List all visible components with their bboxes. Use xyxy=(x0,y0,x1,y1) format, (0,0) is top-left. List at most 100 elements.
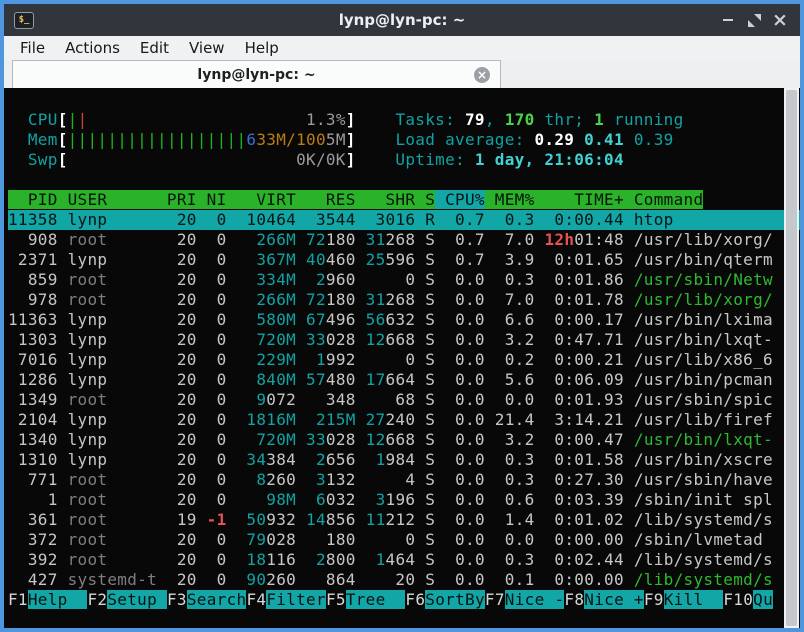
process-row[interactable]: 771 root 20 0 8260 3132 4 S 0.0 0.3 0:27… xyxy=(8,470,800,490)
fkey-f7[interactable]: F7Nice - xyxy=(485,590,564,609)
text-segment: | xyxy=(68,110,78,129)
cell-mem: 7.0 xyxy=(485,230,535,249)
column-header-virt[interactable]: VIRT xyxy=(227,190,297,209)
cell-user: lynp xyxy=(58,410,157,429)
menu-item-view[interactable]: View xyxy=(179,36,235,60)
cell-pri: 20 xyxy=(157,430,197,449)
fkey-f2[interactable]: F2Setup xyxy=(87,590,166,609)
process-row[interactable]: 372 root 20 0 79028 180 0 S 0.0 0.0 0:00… xyxy=(8,530,800,550)
column-header-pri[interactable]: PRI xyxy=(157,190,197,209)
cell-pid: 372 xyxy=(8,530,58,549)
process-row[interactable]: 361 root 19 -1 50932 14856 11212 S 0.0 1… xyxy=(8,510,800,530)
close-button[interactable]: × xyxy=(770,10,790,30)
scrollbar-thumb[interactable] xyxy=(786,90,797,626)
title-bar[interactable]: $_ lynp@lyn-pc: ~ × xyxy=(4,4,800,36)
process-row[interactable]: 859 root 20 0 334M 2960 0 S 0.0 0.3 0:01… xyxy=(8,270,800,290)
process-row[interactable]: 7016 lynp 20 0 229M 1992 0 S 0.0 0.2 0:0… xyxy=(8,350,800,370)
cell: 464 xyxy=(386,550,416,569)
cell-user: lynp xyxy=(58,350,157,369)
cell-time: 0:01.93 xyxy=(535,390,624,409)
cell: 33 xyxy=(296,430,326,449)
column-header-user[interactable]: USER xyxy=(58,190,157,209)
fkey-f9[interactable]: F9Kill xyxy=(644,590,723,609)
process-row[interactable]: 1303 lynp 20 0 720M 33028 12668 S 0.0 3.… xyxy=(8,330,800,350)
cell: 028 xyxy=(266,530,296,549)
column-header-s[interactable]: S xyxy=(415,190,435,209)
process-row[interactable]: 392 root 20 0 18116 2800 1464 S 0.0 0.3 … xyxy=(8,550,800,570)
column-header-cpu[interactable]: CPU% xyxy=(435,190,485,209)
fkey-f5[interactable]: F5Tree xyxy=(326,590,405,609)
cell-user: root xyxy=(58,510,157,529)
cell-mem: 0.3 xyxy=(485,470,535,489)
tab-terminal[interactable]: lynp@lyn-pc: ~ × xyxy=(12,60,501,88)
column-header-command[interactable]: Command xyxy=(624,190,703,209)
process-row[interactable]: 427 systemd-t 20 0 90260 864 20 S 0.0 0.… xyxy=(8,570,800,590)
cell-pid: 1303 xyxy=(8,330,58,349)
cell: 14 xyxy=(296,510,326,529)
restore-icon xyxy=(748,14,761,27)
cell: 266M xyxy=(227,290,297,309)
fkey-f4[interactable]: F4Filter xyxy=(246,590,325,609)
process-row[interactable]: 11358 lynp 20 0 10464 3544 3016 R 0.7 0.… xyxy=(8,210,800,230)
cell-pri: 20 xyxy=(157,350,197,369)
column-header-ni[interactable]: NI xyxy=(197,190,227,209)
text-segment: thr; xyxy=(535,110,595,129)
process-row[interactable]: 2371 lynp 20 0 367M 40460 25596 S 0.7 3.… xyxy=(8,250,800,270)
fkey-f8[interactable]: F8Nice + xyxy=(564,590,643,609)
blank-line xyxy=(8,90,800,110)
cell-state: S xyxy=(415,250,435,269)
fkey-f6[interactable]: F6SortBy xyxy=(405,590,484,609)
column-header-res[interactable]: RES xyxy=(296,190,356,209)
fkey-number: F2 xyxy=(87,590,107,609)
fkey-f10[interactable]: F10Qu xyxy=(723,590,773,609)
column-header-shr[interactable]: SHR xyxy=(356,190,416,209)
cell-pri: 20 xyxy=(157,410,197,429)
cell-ni: 0 xyxy=(197,570,227,589)
tab-close-icon[interactable]: × xyxy=(474,67,490,83)
cell: 334M xyxy=(227,270,297,289)
process-row[interactable]: 1310 lynp 20 0 34384 2656 1984 S 0.0 0.3… xyxy=(8,450,800,470)
menu-item-help[interactable]: Help xyxy=(235,36,289,60)
cell-pid: 11358 xyxy=(8,210,58,229)
menu-item-file[interactable]: File xyxy=(10,36,55,60)
process-row[interactable]: 11363 lynp 20 0 580M 67496 56632 S 0.0 6… xyxy=(8,310,800,330)
menu-item-actions[interactable]: Actions xyxy=(55,36,130,60)
cell-time: 0:00.44 xyxy=(535,210,624,229)
process-row[interactable]: 1286 lynp 20 0 840M 57480 17664 S 0.0 5.… xyxy=(8,370,800,390)
cell-command: /sbin/init spl xyxy=(624,490,773,509)
process-row[interactable]: 1 root 20 0 98M 6032 3196 S 0.0 0.6 0:03… xyxy=(8,490,800,510)
process-row[interactable]: 2104 lynp 20 0 1816M 215M 27240 S 0.0 21… xyxy=(8,410,800,430)
cell-mem: 0.3 xyxy=(485,210,535,229)
cell-command: /usr/bin/xscre xyxy=(624,450,773,469)
column-header-pid[interactable]: PID xyxy=(8,190,58,209)
cell-mem: 0.3 xyxy=(485,270,535,289)
process-row[interactable]: 1349 root 20 0 9072 348 68 S 0.0 0.0 0:0… xyxy=(8,390,800,410)
fkey-f3[interactable]: F3Search xyxy=(167,590,246,609)
process-row[interactable]: 908 root 20 0 266M 72180 31268 S 0.7 7.0… xyxy=(8,230,800,250)
cell-state: S xyxy=(415,330,435,349)
minimize-button[interactable] xyxy=(718,10,738,30)
text-segment: 0.41 xyxy=(584,130,634,149)
process-table: 11358 lynp 20 0 10464 3544 3016 R 0.7 0.… xyxy=(8,210,800,590)
column-header-time[interactable]: TIME+ xyxy=(535,190,624,209)
cell: 4 xyxy=(356,470,416,489)
cell-pri: 20 xyxy=(157,490,197,509)
blank-line xyxy=(8,170,800,190)
cell-state: S xyxy=(415,470,435,489)
restore-button[interactable] xyxy=(744,10,764,30)
menu-item-edit[interactable]: Edit xyxy=(130,36,179,60)
column-header-mem[interactable]: MEM% xyxy=(485,190,535,209)
cell: 11 xyxy=(356,510,386,529)
cell-state: S xyxy=(415,490,435,509)
cell: 0 xyxy=(356,270,416,289)
process-row[interactable]: 1340 lynp 20 0 720M 33028 12668 S 0.0 3.… xyxy=(8,430,800,450)
cell: 720M xyxy=(227,430,297,449)
cell: 34 xyxy=(227,450,267,469)
terminal-screen[interactable]: CPU[|| 1.3%] Tasks: 79, 170 thr; 1 runni… xyxy=(4,88,800,628)
cell-time: 0:01.78 xyxy=(535,290,624,309)
process-row[interactable]: 978 root 20 0 266M 72180 31268 S 0.0 7.0… xyxy=(8,290,800,310)
cell-ni: 0 xyxy=(197,270,227,289)
scrollbar[interactable] xyxy=(784,88,799,628)
cell: 56 xyxy=(356,310,386,329)
fkey-f1[interactable]: F1Help xyxy=(8,590,87,609)
